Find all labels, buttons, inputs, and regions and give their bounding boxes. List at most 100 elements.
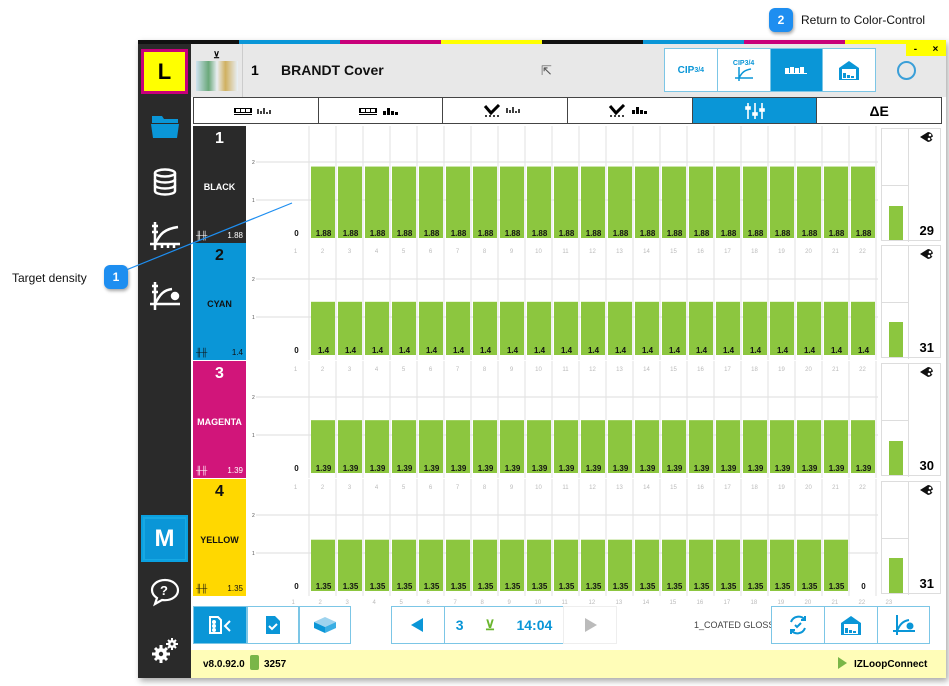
zone-value-label: 1.35: [802, 582, 818, 591]
ink-drop-icon[interactable]: [920, 248, 936, 263]
view-tabs: ΔE: [193, 97, 942, 124]
zone-bar[interactable]: [473, 166, 497, 238]
zone-value-label: 1.35: [316, 582, 332, 591]
zone-bar[interactable]: [635, 166, 659, 238]
status-circle-button[interactable]: [897, 61, 916, 80]
document-check-button[interactable]: [247, 606, 299, 644]
zone-bar[interactable]: [689, 166, 713, 238]
refresh-check-button[interactable]: [771, 606, 825, 644]
mode-m-button[interactable]: M: [141, 515, 188, 562]
svg-text:?: ?: [160, 583, 168, 598]
tab-sliders[interactable]: [692, 98, 818, 123]
zone-number: 15: [670, 249, 677, 255]
zone-bar[interactable]: [743, 166, 767, 238]
ink-can-icon: [250, 655, 259, 670]
target-density-value[interactable]: 1.35: [227, 584, 243, 593]
zone-bar[interactable]: [311, 166, 335, 238]
zone-bar[interactable]: [392, 166, 416, 238]
zone-value-label: 0: [294, 346, 299, 355]
zone-bar-chart-black: 2 1 0 1.88 1.88 1.88 1.88 1.88 1.88 1.88 1.88 1.88 1…: [252, 126, 878, 243]
tab-delta-e[interactable]: ΔE: [817, 98, 941, 123]
zone-value-label: 1.4: [534, 346, 546, 355]
zone-bar[interactable]: [770, 166, 794, 238]
tab-check-deviation[interactable]: [443, 98, 569, 123]
cip34-curve-button[interactable]: CIP3/4: [718, 49, 771, 91]
connection-label[interactable]: IZLoopConnect: [854, 659, 927, 670]
ink-fountain-button[interactable]: [299, 606, 351, 644]
ink-drop-icon[interactable]: [920, 366, 936, 381]
database-icon[interactable]: [138, 162, 191, 202]
zone-bar[interactable]: [824, 166, 848, 238]
warehouse-bottom-button[interactable]: [824, 606, 878, 644]
zone-value-label: 1.4: [858, 346, 870, 355]
mini-bar-box: [882, 246, 909, 359]
zone-bar[interactable]: [608, 166, 632, 238]
zone-number: 9: [510, 367, 514, 373]
job-thumbnail[interactable]: ⊻: [191, 44, 243, 97]
settings-icon[interactable]: [138, 630, 191, 670]
previous-sheet-button[interactable]: [391, 606, 445, 644]
tab-zones-values[interactable]: [319, 98, 444, 123]
zone-bar[interactable]: [365, 166, 389, 238]
next-sheet-button[interactable]: [563, 606, 617, 644]
target-density-value[interactable]: 1.88: [227, 231, 243, 240]
help-icon[interactable]: ?: [138, 572, 191, 612]
color-tile-cyan[interactable]: 2 CYAN ╫╫ 1.4: [193, 243, 246, 360]
curve-settings-icon[interactable]: [138, 276, 191, 316]
zone-bar[interactable]: [500, 166, 524, 238]
zone-number: 10: [535, 485, 542, 491]
logo-L-button[interactable]: L: [141, 49, 188, 94]
zone-value-label: 0: [294, 582, 299, 591]
zone-bar[interactable]: [797, 166, 821, 238]
ink-drop-icon[interactable]: [920, 484, 936, 499]
curve-settings-bottom-button[interactable]: [877, 606, 930, 644]
color-tile-yellow[interactable]: 4 YELLOW ╫╫ 1.35: [193, 479, 246, 596]
zone-back-button[interactable]: [193, 606, 247, 644]
zone-value-label: 1.35: [559, 582, 575, 591]
zone-bar[interactable]: [527, 166, 551, 238]
minimize-button[interactable]: -: [914, 44, 917, 56]
zone-bar[interactable]: [338, 166, 362, 238]
zone-number: 16: [697, 249, 704, 255]
zone-value-label: 1.39: [478, 464, 494, 473]
y-tick-label: 1: [252, 433, 255, 439]
zone-value-label: 1.4: [669, 346, 681, 355]
zone-bar[interactable]: [716, 166, 740, 238]
zone-number: 20: [805, 367, 812, 373]
zone-number: 6: [429, 367, 433, 373]
color-tile-magenta[interactable]: 3 MAGENTA ╫╫ 1.39: [193, 361, 246, 478]
color-tile-black[interactable]: 1 BLACK ╫╫ 1.88: [193, 126, 246, 243]
zone-back-icon: [209, 616, 231, 634]
cip34-button[interactable]: CIP 3/4: [665, 49, 718, 91]
zone-value-label: 1.88: [451, 229, 467, 238]
zone-number: 1: [294, 485, 298, 491]
warehouse-button[interactable]: [823, 49, 875, 91]
folder-icon[interactable]: [138, 106, 191, 146]
target-density-value[interactable]: 1.4: [232, 348, 243, 357]
y-tick-label: 1: [252, 198, 255, 204]
ink-drop-icon[interactable]: [920, 131, 936, 146]
slider-icon: ╫╫: [196, 231, 208, 240]
zone-bar[interactable]: [419, 166, 443, 238]
zone-bar[interactable]: [554, 166, 578, 238]
zone-number: 18: [751, 367, 758, 373]
ink-color-name: YELLOW: [200, 535, 239, 545]
zone-bar[interactable]: [851, 166, 875, 238]
target-density-value[interactable]: 1.39: [227, 466, 243, 475]
zone-bar[interactable]: [662, 166, 686, 238]
ink-summary-panel: 31: [881, 245, 941, 359]
ink-row-black: 1 BLACK ╫╫ 1.88 2 1 0 1.88 1.88 1.88 1.88 1.88 1.…: [193, 126, 942, 243]
zone-value-label: 1.88: [505, 229, 521, 238]
zone-bar[interactable]: [581, 166, 605, 238]
close-button[interactable]: ×: [932, 44, 938, 56]
tab-zones-deviation[interactable]: [194, 98, 319, 123]
zone-bar[interactable]: [446, 166, 470, 238]
zone-value-label: 1.4: [750, 346, 762, 355]
zone-number: 14: [643, 485, 650, 491]
tab-check-values[interactable]: [568, 98, 693, 123]
curve-icon[interactable]: [138, 216, 191, 256]
zone-number: 4: [375, 485, 379, 491]
zones-button[interactable]: [770, 49, 824, 91]
zone-number: 13: [616, 367, 623, 373]
sidebar: L M ?: [138, 44, 191, 678]
